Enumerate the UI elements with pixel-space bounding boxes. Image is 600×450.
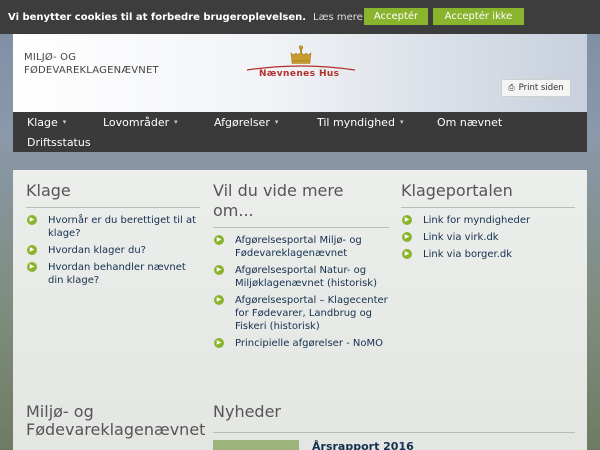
arrow-right-icon: ▶ [27,262,37,272]
nav-item-afgoerelser[interactable]: Afgørelser ▾ [214,112,278,132]
caret-down-icon: ▾ [174,118,178,126]
caret-down-icon: ▾ [62,118,67,126]
arrow-right-icon: ▶ [27,245,37,255]
klage-links: ▶ Hvornår er du berettiget til at klage? … [26,214,200,287]
nav-item-lovomraader[interactable]: Lovområder ▾ [103,112,178,132]
vide-mere-title: Vil du vide mere om... [213,181,389,228]
news-section-title: Nyheder [213,402,281,421]
nav-item-om-naevnet[interactable]: Om nævnet [437,112,502,132]
klage-column: Klage ▶ Hvornår er du berettiget til at k… [26,181,200,291]
klageportalen-title: Klageportalen [401,181,575,208]
list-item[interactable]: ▶ Hvordan klager du? [26,244,200,257]
nav-item-klage[interactable]: Klage ▾ [27,112,66,132]
site-name[interactable]: MILJØ- OG FØDEVAREKLAGENÆVNET [24,51,159,77]
list-item[interactable]: ▶ Link for myndigheder [401,214,575,227]
printer-icon: ⎙ [508,83,515,92]
arrow-right-icon: ▶ [402,249,412,259]
klage-title: Klage [26,181,200,208]
klageportalen-column: Klageportalen ▶ Link for myndigheder ▶ Lin… [401,181,575,265]
nav-label: Til myndighed [317,115,395,129]
list-item[interactable]: ▶ Hvordan behandler nævnet din klage? [26,261,200,287]
arrow-right-icon: ▶ [214,265,224,275]
site-name-line1: MILJØ- OG [24,52,77,63]
site-name-line2: FØDEVAREKLAGENÆVNET [24,65,159,76]
arrow-right-icon: ▶ [214,235,224,245]
caret-down-icon: ▾ [399,118,404,126]
arrow-right-icon: ▶ [402,232,412,242]
list-item[interactable]: ▶ Hvornår er du berettiget til at klage? [26,214,200,240]
list-item[interactable]: ▶ Principielle afgørelser - NoMO [213,337,389,350]
site-header: MILJØ- OG FØDEVAREKLAGENÆVNET Nævnenes H… [13,34,587,112]
crown-logo-icon[interactable] [245,44,357,92]
vide-mere-column: Vil du vide mere om... ▶ Afgørelsesportal… [213,181,389,354]
list-item[interactable]: ▶ Afgørelsesportal – Klagecenter for Føde… [213,294,389,333]
nav-label: Driftsstatus [27,135,91,149]
nav-label: Lovområder [103,115,170,129]
list-item[interactable]: ▶ Afgørelsesportal Natur- og Miljøklagenæ… [213,264,389,290]
nav-label: Om nævnet [437,115,503,129]
arrow-right-icon: ▶ [402,215,412,225]
decline-cookies-button[interactable]: Acceptér ikke [433,8,524,25]
klageportalen-links: ▶ Link for myndigheder ▶ Link via virk.dk … [401,214,575,261]
cookie-message: Vi benytter cookies til at forbedre brug… [8,11,307,23]
logo-text: Nævnenes Hus [259,69,340,79]
nav-item-driftsstatus[interactable]: Driftsstatus [27,132,91,152]
list-item[interactable]: ▶ Link via virk.dk [401,231,575,244]
arrow-right-icon: ▶ [27,215,37,225]
accept-cookies-button[interactable]: Acceptér [364,8,428,25]
print-button[interactable]: ⎙ Print siden [501,79,571,97]
news-divider [213,432,575,433]
print-label: Print siden [518,83,564,93]
nav-label: Afgørelser [214,115,270,129]
caret-down-icon: ▾ [274,118,279,126]
news-headline[interactable]: Årsrapport 2016 [312,440,414,450]
arrow-right-icon: ▶ [214,338,224,348]
cookie-bar: Vi benytter cookies til at forbedre brug… [0,0,600,34]
mfkn-section-title: Miljø- og Fødevareklagenævnet [26,402,206,439]
main-nav: Klage ▾ Lovområder ▾ Afgørelser ▾ Til my… [13,112,587,152]
list-item[interactable]: ▶ Link via borger.dk [401,248,575,261]
list-item[interactable]: ▶ Afgørelsesportal Miljø- og Fødevareklag… [213,234,389,260]
content-panel: Klage ▶ Hvornår er du berettiget til at k… [13,170,587,450]
arrow-right-icon: ▶ [214,295,224,305]
news-thumbnail[interactable] [213,440,299,450]
nav-item-til-myndighed[interactable]: Til myndighed ▾ [317,112,403,132]
vide-mere-links: ▶ Afgørelsesportal Miljø- og Fødevareklag… [213,234,389,350]
nav-label: Klage [27,115,58,129]
